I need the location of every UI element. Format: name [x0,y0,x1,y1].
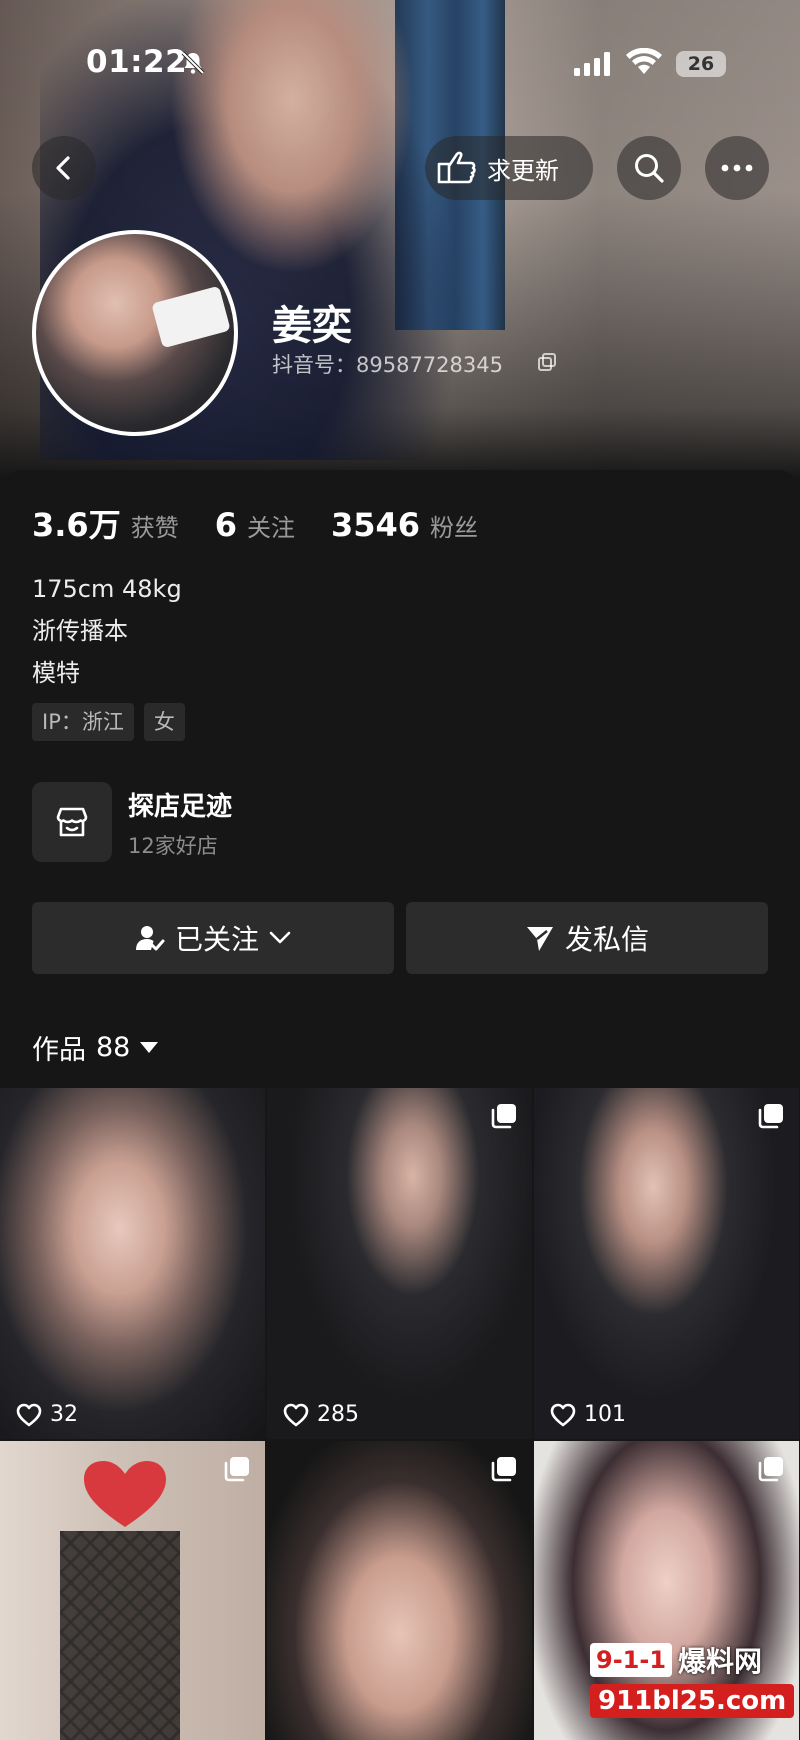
bio-line: 模特 [32,659,80,687]
video-thumbnail[interactable]: 101 [534,1088,799,1439]
stat-followers[interactable]: 3546 粉丝 [331,506,478,544]
bio: 175cm 48kg 浙传播本 模特 [32,568,182,694]
watermark-logo: 9-1-1 [590,1643,673,1677]
gender-tag: 女 [143,703,185,741]
bio-line: 浙传播本 [32,617,128,645]
watermark-name: 爆料网 [678,1645,763,1678]
multi-image-icon [491,1457,516,1482]
multi-image-icon [491,1104,516,1129]
stat-followers-label: 粉丝 [430,514,479,542]
profile-page: 01:22 26 求更新 姜奕 抖音号：89587728345 3.6万 获赞 … [0,0,800,1740]
profile-name: 姜奕 [272,303,352,349]
heart-outline-icon [550,1403,576,1426]
more-options-button[interactable] [705,136,769,200]
store-icon [56,807,88,837]
watermark: 9-1-1 爆料网 911bl25.com [590,1640,795,1730]
heart-outline-icon [16,1403,42,1426]
status-bar: 01:22 26 [0,0,800,100]
watermark-url: 911bl25.com [590,1684,795,1718]
following-button[interactable]: 已关注 [32,902,394,974]
caret-down-icon [140,1042,159,1053]
stat-followers-value: 3546 [330,506,421,544]
more-dots-icon [721,164,753,172]
like-count-value: 101 [584,1402,626,1427]
watermark-top: 9-1-1 爆料网 [590,1640,762,1680]
pointing-hand-icon [437,151,476,184]
following-label: 已关注 [174,923,259,956]
works-tab[interactable]: 作品 88 [32,1028,159,1067]
store-visits-subtitle: 12家好店 [128,834,218,858]
stat-following-label: 关注 [246,514,295,542]
chevron-left-icon [56,156,70,180]
user-check-icon [135,926,165,951]
fishnet-pattern [60,1531,180,1740]
multi-image-icon [758,1457,783,1482]
send-message-label: 发私信 [564,923,649,956]
status-time: 01:22 [86,44,188,80]
copy-icon[interactable] [537,352,557,372]
video-thumbnail[interactable]: 32 [0,1088,265,1439]
battery-indicator: 26 [676,51,726,77]
video-thumbnail[interactable] [0,1441,265,1740]
search-button[interactable] [617,136,681,200]
back-button[interactable] [32,136,96,200]
multi-image-icon [758,1104,783,1129]
wifi-icon [626,48,662,74]
request-update-label: 求更新 [487,156,559,185]
stat-likes-value: 3.6万 [32,506,121,544]
video-thumbnail[interactable]: 285 [267,1088,532,1439]
works-count: 88 [96,1032,131,1063]
heart-prop-image [84,1461,166,1527]
stats-row: 3.6万 获赞 6 关注 3546 粉丝 [32,500,514,546]
send-icon [526,927,553,951]
multi-image-icon [224,1457,249,1482]
stat-following[interactable]: 6 关注 [215,506,295,544]
stat-likes-label: 获赞 [130,514,179,542]
chevron-down-icon [269,931,291,944]
stat-following-value: 6 [214,506,237,544]
works-label: 作品 [32,1035,86,1066]
heart-outline-icon [283,1403,309,1426]
like-count-value: 32 [50,1402,78,1427]
avatar-card-prop [151,285,231,349]
avatar[interactable] [32,230,238,436]
stat-likes[interactable]: 3.6万 获赞 [32,500,179,546]
video-thumbnail[interactable] [267,1441,532,1740]
like-count: 32 [16,1402,78,1427]
douyin-id: 抖音号：89587728345 [272,353,503,377]
search-icon [635,154,664,183]
store-icon-box [32,782,112,862]
like-count-value: 285 [317,1402,359,1427]
cellular-signal-icon [574,52,610,76]
request-update-button[interactable]: 求更新 [425,136,593,200]
bell-muted-icon [181,51,205,75]
profile-tags: IP：浙江 女 [32,703,195,741]
like-count: 285 [283,1402,359,1427]
like-count: 101 [550,1402,626,1427]
store-visits-title: 探店足迹 [128,792,233,822]
store-visits-entry[interactable]: 探店足迹 12家好店 [32,782,532,862]
send-message-button[interactable]: 发私信 [406,902,768,974]
ip-location-tag: IP：浙江 [32,703,134,741]
bio-line: 175cm 48kg [32,575,182,603]
